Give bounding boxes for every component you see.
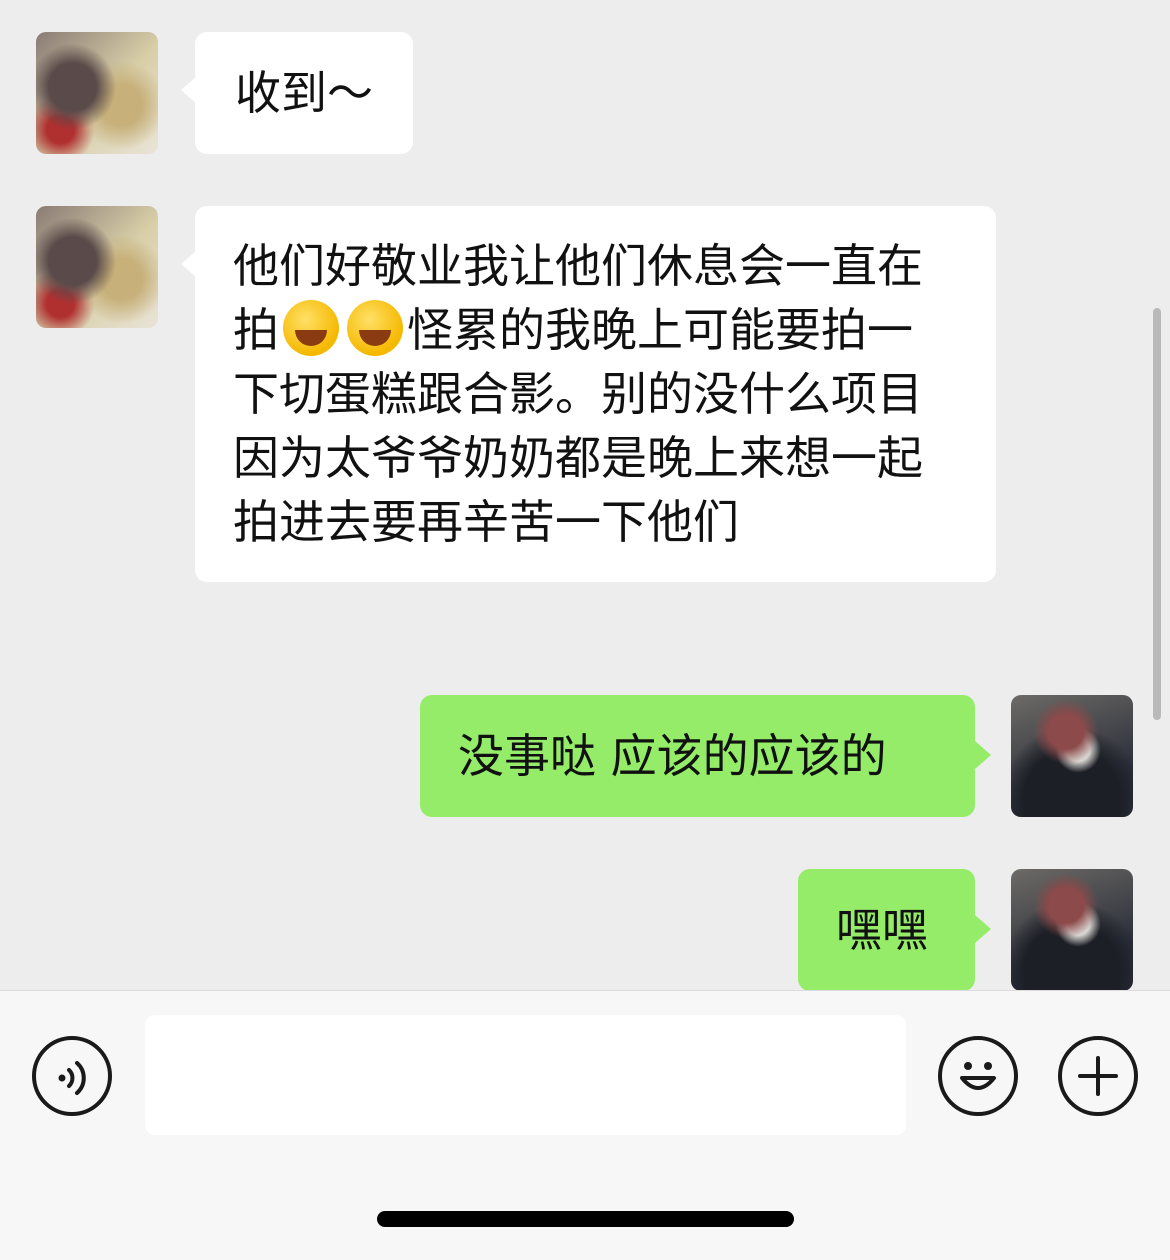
message-text: 怪累的我晚上可能要拍一下切蛋糕跟合影。别的没什么项目因为太爷爷奶奶都是晚上来想一… bbox=[233, 303, 923, 549]
my-avatar[interactable] bbox=[1011, 695, 1133, 817]
message-bubble-sent[interactable]: 嘿嘿 bbox=[798, 869, 991, 990]
message-text: 收到～ bbox=[235, 66, 373, 120]
message-bubble-sent[interactable]: 没事哒 应该的应该的 bbox=[420, 695, 991, 817]
emoji-button[interactable] bbox=[938, 1036, 1018, 1116]
message-text: 嘿嘿 bbox=[836, 903, 928, 957]
my-avatar[interactable] bbox=[1011, 869, 1133, 990]
plus-icon bbox=[1078, 1056, 1118, 1096]
contact-avatar[interactable] bbox=[36, 32, 158, 154]
voice-icon bbox=[58, 1061, 86, 1095]
scrollbar[interactable] bbox=[1153, 308, 1161, 720]
chat-message-list[interactable]: 收到～ 他们好敬业我让他们休息会一直在拍 怪累的我晚上可能要拍一下切蛋糕跟合影。别… bbox=[0, 0, 1170, 990]
message-input[interactable] bbox=[145, 1015, 906, 1135]
message-bubble-received[interactable]: 收到～ bbox=[181, 32, 413, 154]
emoji-icon bbox=[960, 1062, 996, 1090]
voice-button[interactable] bbox=[32, 1036, 112, 1116]
home-indicator[interactable] bbox=[377, 1211, 794, 1227]
message-bubble-received[interactable]: 他们好敬业我让他们休息会一直在拍 怪累的我晚上可能要拍一下切蛋糕跟合影。别的没什么… bbox=[181, 206, 996, 582]
crying-laughing-emoji-icon bbox=[347, 300, 403, 356]
message-text: 没事哒 应该的应该的 bbox=[458, 729, 887, 783]
crying-laughing-emoji-icon bbox=[283, 300, 339, 356]
input-toolbar bbox=[0, 990, 1170, 1260]
contact-avatar[interactable] bbox=[36, 206, 158, 328]
more-button[interactable] bbox=[1058, 1036, 1138, 1116]
